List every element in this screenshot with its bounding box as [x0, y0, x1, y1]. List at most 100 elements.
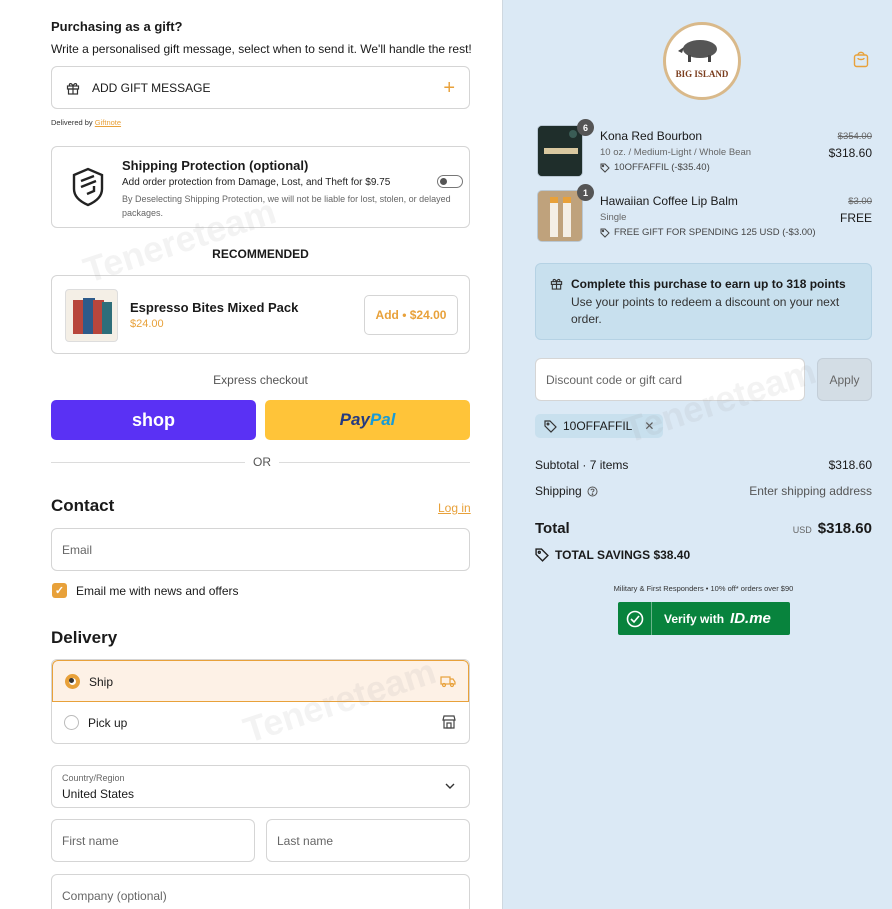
help-icon[interactable] [587, 486, 598, 497]
item-variant: 10 oz. / Medium-Light / Whole Bean [600, 147, 752, 158]
tag-icon [544, 419, 557, 433]
idme-brand: ID.me [730, 610, 771, 627]
item-discount: 10OFFAFFIL (-$35.40) [600, 162, 710, 173]
gift-title: Purchasing as a gift? [51, 19, 183, 34]
pickup-option[interactable]: Pick up [52, 702, 469, 743]
ship-radio[interactable] [65, 674, 80, 689]
military-discount-text: Military & First Responders • 10% off* o… [613, 584, 794, 593]
discount-code-input[interactable]: Discount code or gift card [535, 358, 805, 401]
item-image [537, 125, 583, 177]
product-image [65, 289, 118, 342]
email-field[interactable]: Email [51, 528, 470, 571]
item-name: Kona Red Bourbon [600, 129, 703, 143]
shipping-protection-subtitle: Add order protection from Damage, Lost, … [122, 177, 391, 188]
apply-button[interactable]: Apply [817, 358, 872, 401]
subtotal-value: $318.60 [828, 458, 872, 472]
pickup-label: Pick up [88, 716, 128, 730]
plus-icon: + [443, 76, 455, 99]
country-value: United States [62, 787, 135, 801]
gift-button-label: ADD GIFT MESSAGE [92, 80, 211, 95]
paypal-label-pay: Pay [339, 410, 370, 429]
applied-code-chip: 10OFFAFFIL ✕ [535, 414, 664, 438]
item-discount-label: 10OFFAFFIL (-$35.40) [614, 162, 710, 173]
applied-code-label: 10OFFAFFIL [563, 419, 633, 433]
chevron-down-icon [445, 783, 455, 789]
tag-icon [600, 228, 610, 238]
shipping-label: Shipping [535, 484, 582, 498]
item-discount-label: FREE GIFT FOR SPENDING 125 USD (-$3.00) [614, 227, 816, 238]
delivered-by: Delivered by Giftnote [51, 118, 121, 127]
logo-text: BIG ISLAND [676, 69, 729, 79]
shipping-protection-title: Shipping Protection (optional) [122, 158, 309, 173]
giftnote-link[interactable]: Giftnote [95, 118, 121, 127]
express-checkout-label: Express checkout [213, 373, 308, 387]
store-logo[interactable]: BIG ISLAND [663, 22, 741, 100]
recommended-product-card: Espresso Bites Mixed Pack $24.00 Add • $… [51, 275, 470, 354]
gift-description: Write a personalised gift message, selec… [51, 42, 472, 56]
item-quantity-badge: 1 [577, 184, 594, 201]
item-price: $318.60 [828, 146, 872, 160]
paypal-label-pal: Pal [369, 410, 396, 429]
verify-idme-button[interactable]: Verify with ID.me [618, 602, 790, 635]
points-title: Complete this purchase to earn up to 318… [571, 277, 846, 291]
or-label: OR [245, 455, 279, 469]
item-price: FREE [839, 211, 872, 225]
store-icon [442, 715, 456, 729]
points-description: Use your points to redeem a discount on … [571, 295, 840, 326]
delivered-by-label: Delivered by [51, 118, 93, 127]
item-variant: Single [600, 212, 627, 223]
add-product-button[interactable]: Add • $24.00 [364, 295, 458, 335]
total-savings: TOTAL SAVINGS $38.40 [535, 548, 690, 562]
product-price: $24.00 [130, 318, 164, 330]
item-original-price: $3.00 [848, 196, 872, 207]
shopping-bag-icon[interactable] [853, 50, 869, 68]
total-label: Total [535, 520, 570, 537]
gift-icon [66, 82, 80, 95]
recommended-heading: RECOMMENDED [212, 247, 309, 261]
tag-icon [535, 548, 549, 562]
ship-label: Ship [89, 675, 114, 689]
newsletter-checkbox[interactable]: ✓ [52, 583, 67, 598]
idme-label: Verify with [664, 611, 725, 626]
last-name-field[interactable]: Last name [266, 819, 470, 862]
company-field[interactable]: Company (optional) [51, 874, 470, 909]
total-value: USD $318.60 [793, 520, 872, 537]
item-name: Hawaiian Coffee Lip Balm [600, 194, 738, 208]
delivery-method-group: Ship Pick up [51, 659, 470, 744]
gift-icon [550, 278, 563, 290]
total-currency: USD [792, 525, 812, 535]
shipping-protection-card: Shipping Protection (optional) Add order… [51, 146, 470, 228]
ship-option[interactable]: Ship [52, 660, 469, 702]
truck-icon [440, 676, 456, 688]
item-original-price: $354.00 [837, 131, 872, 142]
shipping-protection-note: By Deselecting Shipping Protection, we w… [122, 194, 451, 218]
country-select[interactable]: Country/Region United States [51, 765, 470, 808]
item-image [537, 190, 583, 242]
total-savings-label: TOTAL SAVINGS $38.40 [555, 548, 691, 562]
newsletter-label: Email me with news and offers [76, 584, 239, 598]
paypal-button[interactable]: Pay Pal [265, 400, 470, 440]
login-link[interactable]: Log in [438, 501, 471, 515]
shipping-protection-toggle[interactable] [437, 175, 463, 188]
shipping-value: Enter shipping address [749, 484, 872, 498]
tag-icon [600, 163, 610, 173]
loyalty-points-banner: Complete this purchase to earn up to 318… [535, 263, 872, 340]
delivery-heading: Delivery [51, 628, 118, 647]
first-name-field[interactable]: First name [51, 819, 255, 862]
country-label: Country/Region [62, 773, 125, 783]
subtotal-label: Subtotal · 7 items [535, 458, 629, 472]
remove-code-icon[interactable]: ✕ [644, 419, 654, 433]
item-quantity-badge: 6 [577, 119, 594, 136]
order-summary: BIG ISLAND 6 Kona Red Bourbon 10 oz. / M… [502, 0, 892, 909]
shipping-row: Shipping [535, 484, 598, 498]
contact-heading: Contact [51, 496, 115, 515]
item-discount: FREE GIFT FOR SPENDING 125 USD (-$3.00) [600, 227, 815, 238]
pickup-radio[interactable] [64, 715, 79, 730]
shop-pay-button[interactable]: shop [51, 400, 256, 440]
product-name: Espresso Bites Mixed Pack [130, 300, 299, 315]
check-circle-icon [618, 602, 652, 635]
checkout-form: Purchasing as a gift? Write a personalis… [0, 0, 502, 909]
add-gift-message-button[interactable]: ADD GIFT MESSAGE + [51, 66, 470, 109]
total-amount: $318.60 [817, 520, 872, 537]
shield-icon [72, 167, 104, 207]
